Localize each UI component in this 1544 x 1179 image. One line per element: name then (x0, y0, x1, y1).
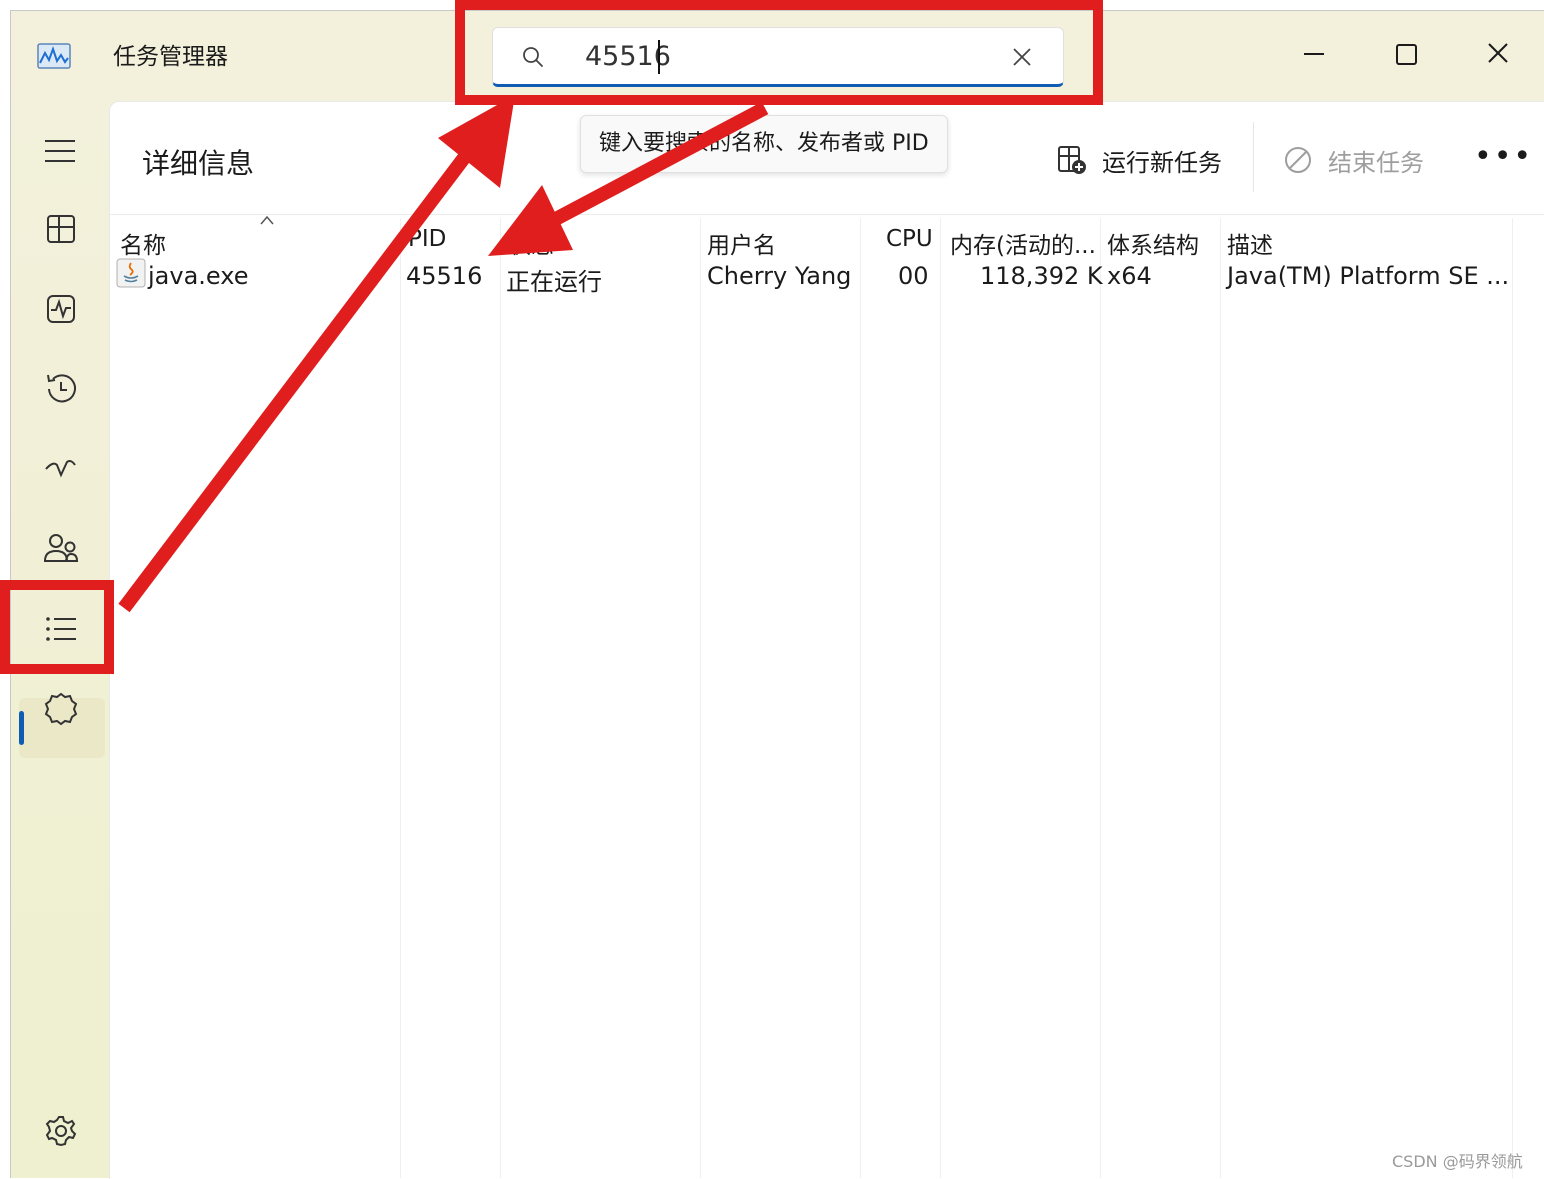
navigation-sidebar (11, 111, 109, 1178)
performance-icon (47, 295, 75, 323)
users-icon (43, 534, 79, 562)
toolbar-separator (1253, 122, 1254, 192)
nav-processes[interactable] (39, 207, 83, 251)
cell-cpu: 00 (898, 262, 929, 290)
column-header-username[interactable]: 用户名 (707, 226, 776, 260)
more-options-button[interactable]: ••• (1474, 142, 1531, 182)
column-divider (1512, 218, 1513, 1178)
cell-name: java.exe (148, 262, 249, 290)
minimize-button[interactable] (1287, 25, 1341, 75)
run-new-task-button[interactable]: 运行新任务 (1056, 138, 1222, 182)
nav-details[interactable] (39, 607, 83, 651)
column-header-architecture[interactable]: 体系结构 (1107, 226, 1199, 260)
nav-active-indicator (19, 711, 24, 745)
window-title: 任务管理器 (113, 44, 228, 70)
maximize-button[interactable] (1380, 25, 1434, 75)
column-header-pid[interactable]: PID (408, 226, 446, 252)
search-icon (523, 47, 543, 67)
column-divider (400, 218, 401, 1178)
run-new-task-icon (1058, 146, 1086, 174)
cell-status: 正在运行 (506, 268, 602, 296)
app-history-icon (47, 374, 76, 403)
nav-services[interactable] (39, 687, 83, 731)
page-title: 详细信息 (142, 147, 255, 180)
text-caret (658, 40, 660, 74)
column-header-cpu[interactable]: CPU (886, 226, 933, 252)
cell-username: Cherry Yang (707, 262, 852, 290)
settings-gear-icon (45, 1116, 77, 1147)
column-divider (1100, 218, 1101, 1178)
services-icon (44, 692, 78, 726)
column-header-memory[interactable]: 内存(活动的... (950, 226, 1096, 260)
nav-menu-button[interactable] (39, 129, 83, 173)
close-button[interactable] (1471, 25, 1525, 75)
column-divider (700, 218, 701, 1178)
details-panel: 详细信息 键入要搜索的名称、发布者或 PID 运行新任务 结束任务 ••• 名称… (109, 101, 1544, 1179)
search-input[interactable] (585, 38, 985, 74)
end-task-icon (1285, 147, 1311, 173)
end-task-button[interactable]: 结束任务 (1282, 138, 1424, 182)
startup-apps-icon (45, 460, 76, 478)
task-manager-app-icon (37, 43, 71, 69)
hamburger-menu-icon (45, 140, 75, 162)
column-header-description[interactable]: 描述 (1227, 226, 1273, 260)
nav-settings[interactable] (39, 1109, 83, 1153)
clear-search-icon[interactable] (1011, 46, 1033, 68)
processes-icon (47, 215, 75, 243)
sort-ascending-icon (260, 215, 274, 225)
nav-users[interactable] (39, 527, 83, 571)
nav-startup-apps[interactable] (39, 447, 83, 491)
run-new-task-label: 运行新任务 (1102, 148, 1222, 177)
cell-memory: 118,392 K (980, 262, 1103, 290)
column-header-status[interactable]: 状态 (508, 226, 554, 260)
toolbar-divider (110, 214, 1544, 215)
column-divider (500, 218, 501, 1178)
column-divider (860, 218, 861, 1178)
cell-pid: 45516 (406, 262, 483, 290)
search-box[interactable] (492, 27, 1064, 87)
nav-app-history[interactable] (39, 367, 83, 411)
end-task-label: 结束任务 (1328, 148, 1424, 177)
watermark-text: CSDN @码界领航 (1392, 1152, 1523, 1171)
java-app-icon (116, 258, 146, 288)
task-manager-window: 任务管理器 45516 详细信息 键入要搜索的名称、发布者或 PID 运行新任务… (10, 10, 1544, 1179)
details-list-icon (46, 617, 76, 641)
column-header-name[interactable]: 名称 (120, 226, 166, 260)
column-divider (940, 218, 941, 1178)
search-tooltip: 键入要搜索的名称、发布者或 PID (580, 115, 948, 173)
column-divider (1220, 218, 1221, 1178)
nav-performance[interactable] (39, 287, 83, 331)
cell-architecture: x64 (1107, 262, 1152, 290)
cell-description: Java(TM) Platform SE ... (1227, 262, 1510, 290)
